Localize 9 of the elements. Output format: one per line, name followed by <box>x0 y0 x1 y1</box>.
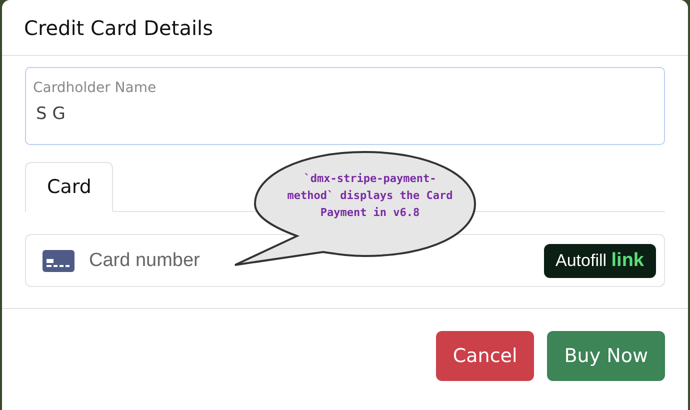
callout-text: `dmx-stripe-payment-method` displays the Card Payment in v6.8 <box>286 171 454 221</box>
credit-card-icon <box>42 250 75 272</box>
modal-title: Credit Card Details <box>24 16 213 40</box>
cancel-button[interactable]: Cancel <box>436 331 534 381</box>
autofill-link-button[interactable]: Autofill link <box>544 244 656 278</box>
buy-now-button[interactable]: Buy Now <box>547 331 665 381</box>
tab[interactable]: Card <box>25 162 114 212</box>
cardholder-name-field[interactable]: Cardholder Name S G <box>25 67 665 145</box>
card-number-field[interactable]: Card number Autofill link <box>25 234 665 287</box>
